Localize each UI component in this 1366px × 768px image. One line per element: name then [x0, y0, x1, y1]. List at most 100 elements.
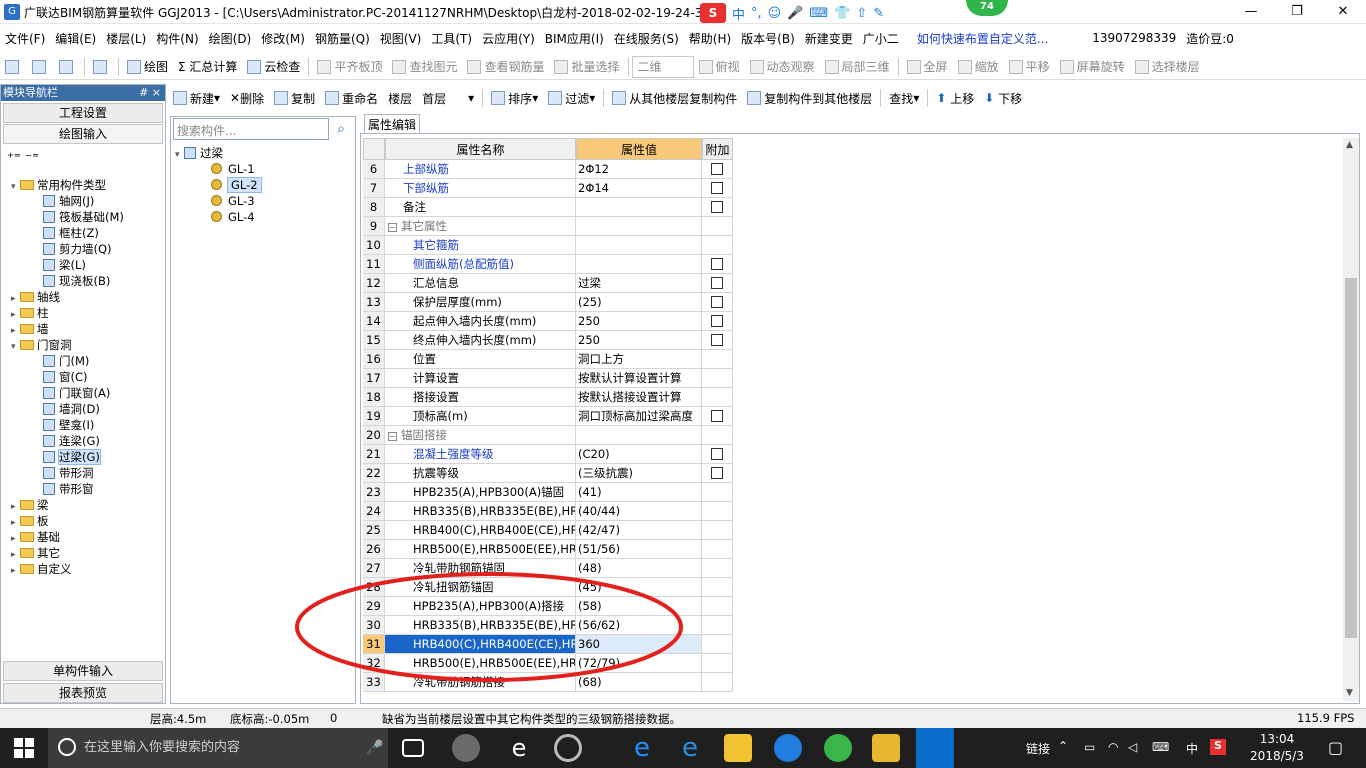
glodon-icon[interactable]: [774, 734, 802, 762]
component-item[interactable]: GL-4: [211, 209, 255, 225]
tray-link[interactable]: 链接: [1026, 740, 1050, 757]
vertical-scrollbar[interactable]: ▲ ▼: [1343, 138, 1359, 701]
property-value[interactable]: (C20): [576, 445, 702, 464]
scrollbar-thumb[interactable]: [1345, 278, 1357, 638]
move-up-button[interactable]: ⬆ 上移: [931, 87, 979, 109]
notes-app-icon[interactable]: [872, 734, 900, 762]
top-view-button[interactable]: 俯视: [694, 56, 745, 78]
property-row[interactable]: 23 HPB235(A),HPB300(A)锚固 (41): [363, 483, 733, 502]
property-row[interactable]: 6 上部纵筋 2Φ12: [363, 160, 733, 179]
menu-view[interactable]: 视图(V): [375, 30, 427, 47]
pin-icon[interactable]: # ×: [139, 85, 161, 101]
additional-checkbox[interactable]: [711, 315, 723, 327]
property-row[interactable]: 10 其它箍筋: [363, 236, 733, 255]
property-value[interactable]: [576, 198, 702, 217]
nav-tree-item[interactable]: ▾ 门窗洞: [11, 337, 72, 353]
property-row[interactable]: 26 HRB500(E),HRB500E(EE),HRBF (51/56): [363, 540, 733, 559]
component-item[interactable]: GL-1: [211, 161, 255, 177]
nav-tree-item[interactable]: 框柱(Z): [43, 225, 99, 241]
property-value[interactable]: 洞口顶标高加过梁高度: [576, 407, 702, 426]
clock-time[interactable]: 13:04: [1252, 732, 1302, 746]
nav-tree-item[interactable]: ▸ 柱: [11, 305, 49, 321]
wifi-icon[interactable]: ◠: [1108, 740, 1118, 754]
green-app-icon[interactable]: [824, 734, 852, 762]
property-value[interactable]: 250: [576, 331, 702, 350]
single-component-button[interactable]: 单构件输入: [3, 661, 163, 681]
price-bean[interactable]: 造价豆:0: [1181, 30, 1239, 47]
menu-draw[interactable]: 绘图(D): [204, 30, 257, 47]
property-value[interactable]: [576, 217, 702, 236]
volume-icon[interactable]: ◁: [1128, 740, 1137, 754]
spiral-app-icon[interactable]: [554, 734, 582, 762]
nav-tree-item[interactable]: ▸ 其它: [11, 545, 60, 561]
save-icon[interactable]: [54, 56, 81, 78]
property-row[interactable]: 8 备注: [363, 198, 733, 217]
ime-item[interactable]: ✎: [873, 6, 884, 21]
ie-icon[interactable]: e: [505, 734, 533, 762]
rename-button[interactable]: 重命名: [320, 87, 383, 109]
collapse-icon[interactable]: −: [388, 223, 397, 232]
menu-edit[interactable]: 编辑(E): [50, 30, 101, 47]
property-row[interactable]: 21 混凝土强度等级 (C20): [363, 445, 733, 464]
property-value[interactable]: 过梁: [576, 274, 702, 293]
ime-item[interactable]: ⌨: [809, 6, 828, 21]
fullscreen-button[interactable]: 全屏: [902, 56, 953, 78]
additional-checkbox[interactable]: [711, 467, 723, 479]
nav-tree-item[interactable]: ▸ 基础: [11, 529, 60, 545]
property-row[interactable]: 20− 锚固搭接: [363, 426, 733, 445]
move-down-button[interactable]: ⬇ 下移: [979, 87, 1027, 109]
additional-checkbox[interactable]: [711, 410, 723, 422]
task-view-icon[interactable]: [402, 739, 424, 757]
property-value[interactable]: 2Φ12: [576, 160, 702, 179]
filter-button[interactable]: 过滤 ▾: [543, 87, 600, 109]
zoom-button[interactable]: 缩放: [953, 56, 1004, 78]
copy-button[interactable]: 复制: [269, 87, 320, 109]
search-icon[interactable]: ⌕: [331, 119, 351, 139]
nav-tree-item[interactable]: 剪力墙(Q): [43, 241, 112, 257]
menu-modify[interactable]: 修改(M): [256, 30, 310, 47]
property-value[interactable]: (41): [576, 483, 702, 502]
notification-badge[interactable]: 74: [966, 0, 1008, 16]
additional-checkbox[interactable]: [711, 201, 723, 213]
property-row[interactable]: 15 终点伸入墙内长度(mm) 250: [363, 331, 733, 350]
nav-tree-item[interactable]: 壁龛(I): [43, 417, 94, 433]
search-input[interactable]: 搜索构件...: [173, 118, 329, 140]
ime-toolbar[interactable]: S 中 °, ☺ 🎤 ⌨ 👕 ⇧ ✎: [700, 2, 910, 24]
ime-item[interactable]: ⇧: [856, 6, 867, 21]
nav-tree-item[interactable]: 连梁(G): [43, 433, 100, 449]
keyboard-icon[interactable]: ⌨: [1152, 740, 1169, 754]
nav-tree-item[interactable]: ▾ 常用构件类型: [11, 177, 106, 193]
nav-tree-item[interactable]: ▸ 自定义: [11, 561, 72, 577]
edge-icon[interactable]: e: [628, 734, 656, 762]
menu-cloud[interactable]: 云应用(Y): [477, 30, 540, 47]
find-button[interactable]: 查找 ▾: [884, 87, 924, 109]
view-2d-dropdown[interactable]: 二维: [631, 55, 694, 78]
align-slab-top-button[interactable]: 平齐板顶: [312, 56, 387, 78]
nav-tree-item[interactable]: ▸ 梁: [11, 497, 49, 513]
internet-explorer-icon[interactable]: e: [676, 734, 704, 762]
open-file-icon[interactable]: [27, 56, 54, 78]
property-value[interactable]: (40/44): [576, 502, 702, 521]
property-row[interactable]: 14 起点伸入墙内长度(mm) 250: [363, 312, 733, 331]
pan-button[interactable]: 平移: [1004, 56, 1055, 78]
cortana-icon[interactable]: [58, 738, 76, 756]
property-value[interactable]: 2Φ14: [576, 179, 702, 198]
ime-item[interactable]: 👕: [834, 6, 850, 21]
property-value[interactable]: 按默认计算设置计算: [576, 369, 702, 388]
menu-bim[interactable]: BIM应用(I): [540, 30, 609, 47]
copy-from-floor-button[interactable]: 从其他楼层复制构件: [607, 87, 742, 109]
property-value[interactable]: 250: [576, 312, 702, 331]
additional-checkbox[interactable]: [711, 182, 723, 194]
active-app-icon[interactable]: [916, 728, 954, 768]
property-row[interactable]: 9− 其它属性: [363, 217, 733, 236]
property-row[interactable]: 19 顶标高(m) 洞口顶标高加过梁高度: [363, 407, 733, 426]
nav-tree-item[interactable]: ▸ 墙: [11, 321, 49, 337]
property-value[interactable]: (51/56): [576, 540, 702, 559]
sogou-icon[interactable]: S: [700, 3, 726, 23]
nav-tree-item[interactable]: 带形窗: [43, 481, 94, 497]
property-value[interactable]: 洞口上方: [576, 350, 702, 369]
file-explorer-icon[interactable]: [724, 734, 752, 762]
taskbar-search-input[interactable]: 在这里输入你要搜索的内容: [48, 728, 388, 768]
floor-select[interactable]: 首层 ▾: [417, 87, 479, 109]
additional-checkbox[interactable]: [711, 277, 723, 289]
